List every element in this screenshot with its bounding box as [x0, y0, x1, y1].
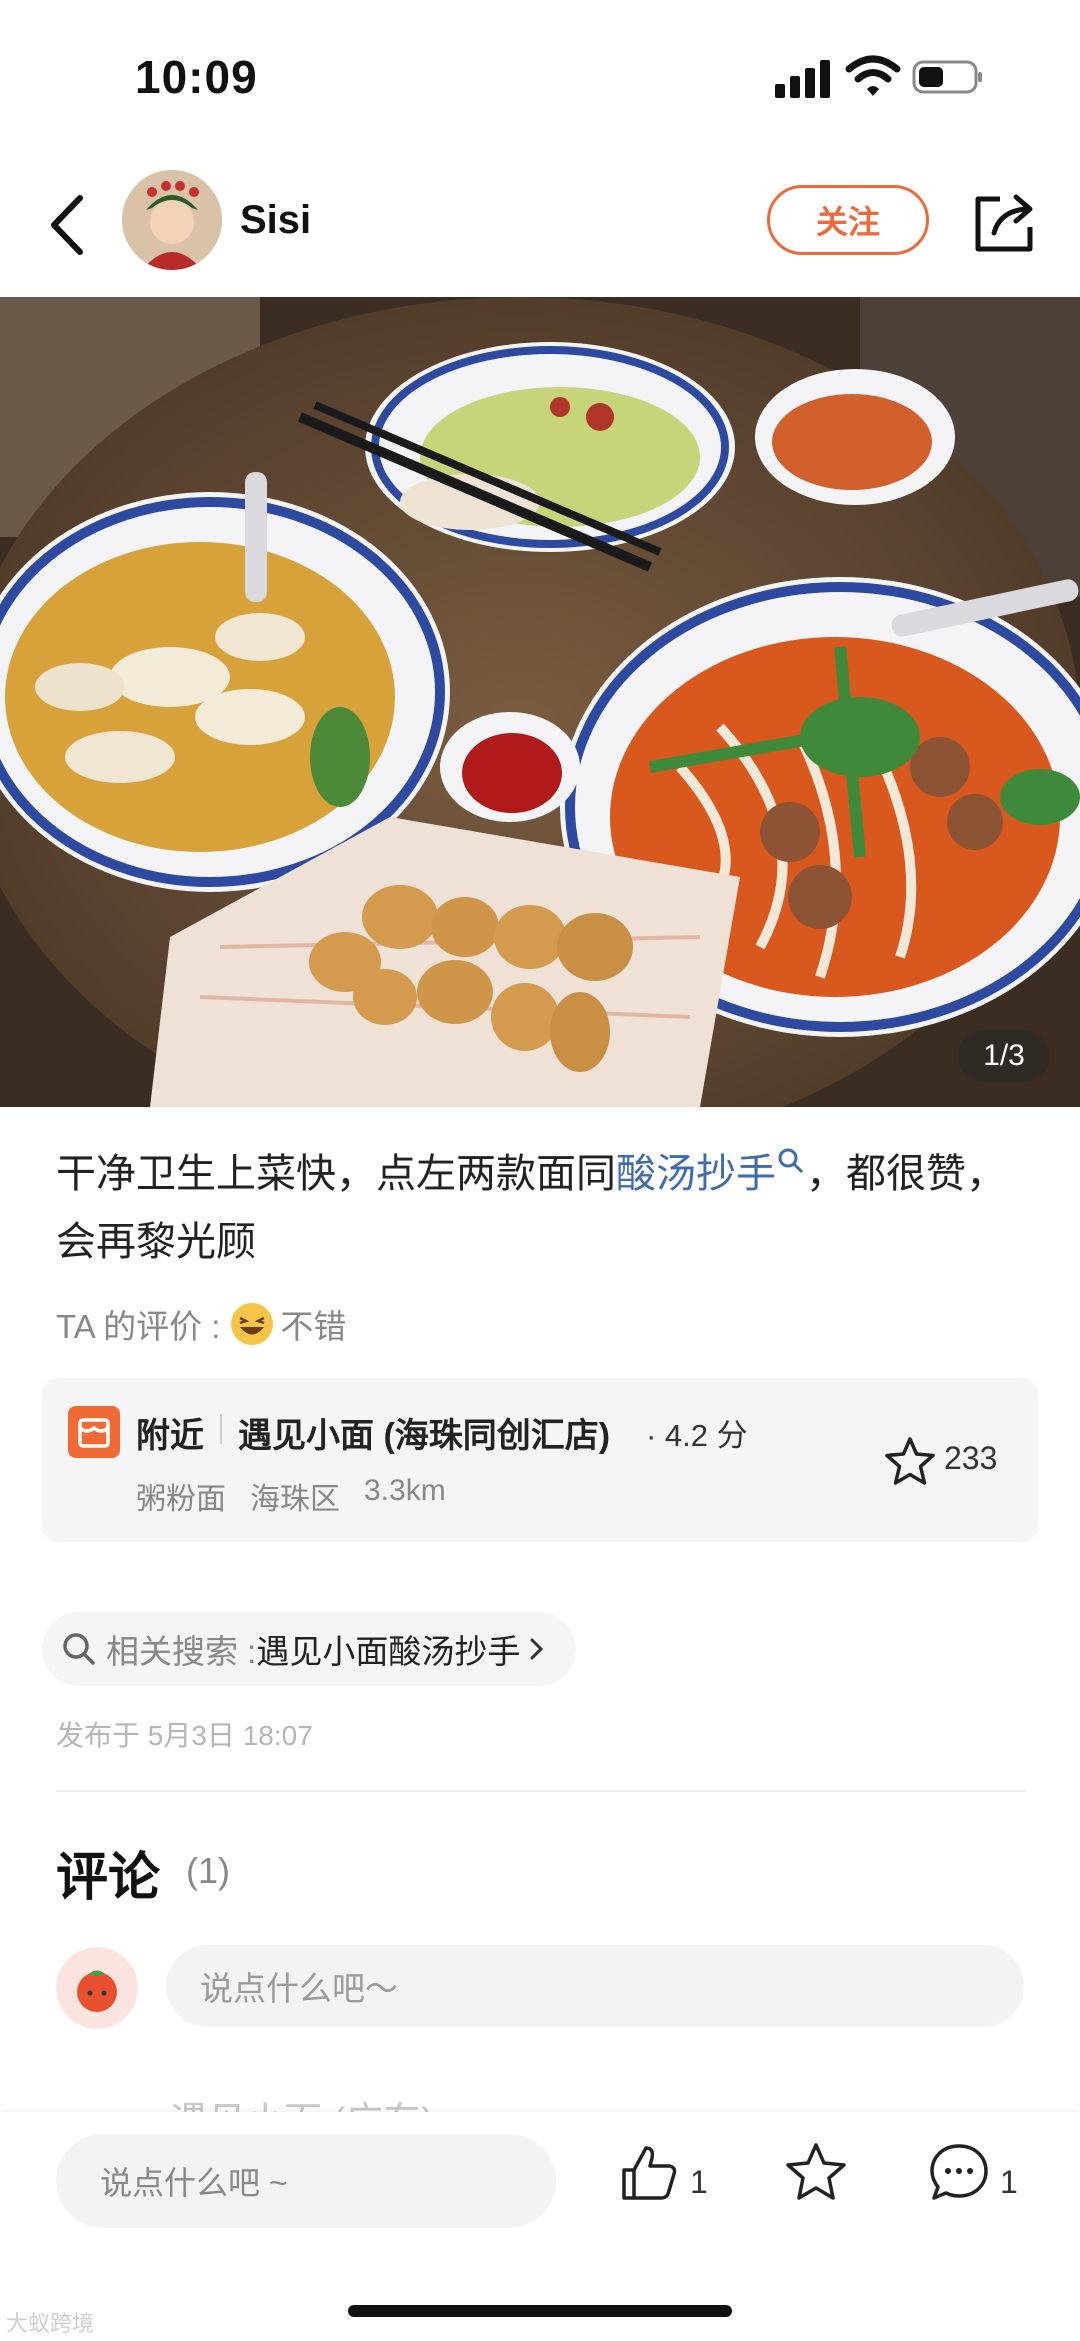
back-icon[interactable]: [40, 190, 100, 260]
my-avatar: [56, 1947, 138, 2029]
shop-card[interactable]: 附近 遇见小面 (海珠同创汇店) · 4.2 分 粥粉面 海珠区 3.3km 2…: [42, 1378, 1038, 1542]
signal-icon: [775, 58, 835, 98]
shop-icon: [68, 1406, 120, 1458]
related-search-value[interactable]: 遇见小面酸汤抄手: [256, 1625, 520, 1673]
post-header: Sisi 关注: [0, 160, 1080, 295]
related-search-label: 相关搜索 :: [106, 1633, 257, 1670]
post-text-start: 干净卫生上菜快，点左两款面同: [56, 1152, 616, 1196]
thumbs-up-icon: [622, 2146, 677, 2200]
photo-page-counter: 1/3: [958, 1030, 1050, 1082]
status-bar: 10:09: [0, 0, 1080, 150]
user-avatar[interactable]: [122, 170, 222, 270]
rating-label: TA 的评价 :: [56, 1308, 221, 1345]
related-search-chip[interactable]: 相关搜索 : 遇见小面酸汤抄手: [42, 1612, 577, 1686]
shop-meta: 粥粉面 海珠区 3.3km: [136, 1474, 446, 1518]
search-link-label[interactable]: 酸汤抄手: [616, 1152, 776, 1196]
shop-category: 粥粉面: [136, 1483, 226, 1516]
search-icon: [63, 1633, 95, 1665]
like-count: 1: [690, 2163, 708, 2200]
favorite-count: 233: [944, 1440, 998, 1476]
search-link[interactable]: 酸汤抄手: [616, 1148, 806, 1196]
rating-row: TA 的评价 : 不错: [56, 1300, 346, 1348]
user-name[interactable]: Sisi: [240, 198, 311, 243]
home-indicator: [348, 2305, 732, 2317]
bottom-comment-input[interactable]: 说点什么吧 ~: [56, 2134, 556, 2228]
shop-score: · 4.2 分: [646, 1418, 748, 1453]
laughing-face-icon: [231, 1303, 274, 1345]
favorite-button[interactable]: [782, 2140, 850, 2206]
status-time: 10:09: [135, 51, 258, 103]
shop-distance: 3.3km: [364, 1474, 446, 1507]
watermark: 大蚁跨境: [6, 2311, 95, 2336]
share-icon[interactable]: [970, 185, 1040, 257]
shop-separator: [220, 1414, 222, 1444]
publish-time: 发布于 5月3日 18:07: [56, 1720, 313, 1751]
comment-button[interactable]: 1: [926, 2140, 1018, 2206]
food-photo-illustration: [0, 297, 1080, 1107]
favorite-star-icon[interactable]: [882, 1434, 938, 1490]
comment-bubble-icon: [930, 2144, 988, 2200]
post-text: 干净卫生上菜快，点左两款面同酸汤抄手 ，都很赞，会再黎光顾: [56, 1140, 1016, 1276]
wifi-icon: [845, 55, 901, 96]
divider: [56, 1790, 1026, 1792]
like-button[interactable]: 1: [616, 2140, 708, 2206]
comment-input[interactable]: 说点什么吧～: [166, 1945, 1024, 2027]
comment-count: 1: [1000, 2163, 1018, 2200]
chevron-right-icon: [530, 1638, 544, 1660]
battery-icon: [912, 60, 982, 94]
follow-button[interactable]: 关注: [767, 185, 929, 255]
star-icon: [786, 2143, 846, 2200]
rating-value: 不错: [280, 1308, 347, 1345]
link-search-icon: [778, 1148, 804, 1174]
shop-name[interactable]: 遇见小面 (海珠同创汇店): [238, 1408, 610, 1457]
post-photo[interactable]: [0, 297, 1080, 1107]
comments-title: 评论: [56, 1849, 161, 1907]
shop-district: 海珠区: [250, 1483, 340, 1516]
shop-nearby-label: 附近: [136, 1417, 204, 1455]
comments-count: (1): [186, 1850, 230, 1891]
